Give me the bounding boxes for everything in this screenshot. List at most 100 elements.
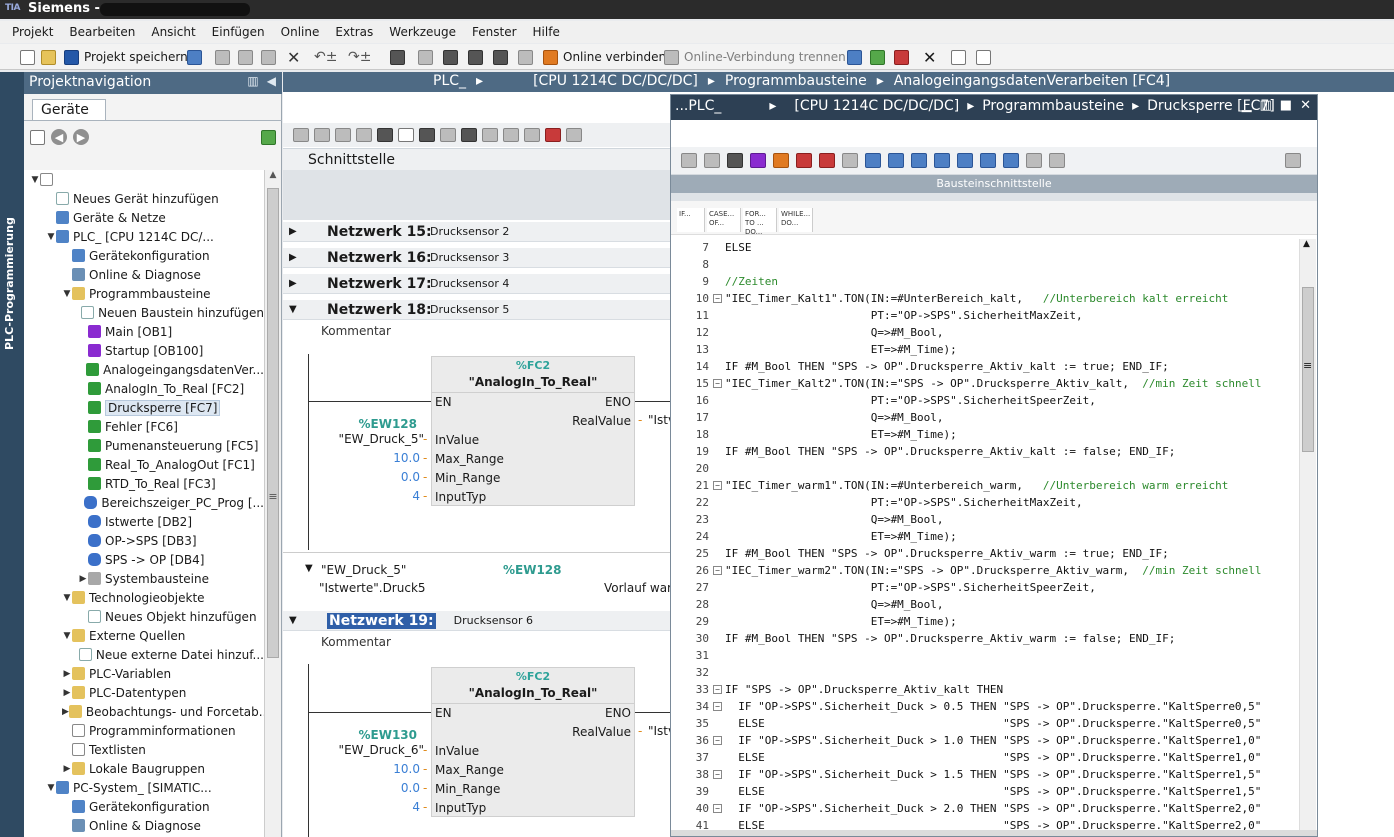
fold-toggle-icon[interactable]: − xyxy=(713,566,722,575)
code-line[interactable]: 15− "IEC_Timer_Kalt2".TON(IN:="SPS -> OP"… xyxy=(673,375,1299,392)
go-online-button[interactable]: Online verbinden xyxy=(543,48,666,66)
code-line[interactable]: 14 IF #M_Bool THEN "SPS -> OP".Drucksperr… xyxy=(673,358,1299,375)
snippet-case[interactable]: CASE... OF... xyxy=(707,208,741,232)
code-line[interactable]: 24 ET=>#M_Time); xyxy=(673,528,1299,545)
tree-item[interactable]: Startup [OB100] xyxy=(24,341,264,360)
code-line[interactable]: 22 PT:="OP->SPS".SicherheitMaxZeit, xyxy=(673,494,1299,511)
expand-arrow-icon[interactable]: ▶ xyxy=(289,226,303,237)
close-icon[interactable]: ✕ xyxy=(1300,98,1311,113)
operand-invalue[interactable]: "EW_Druck_6" xyxy=(339,743,424,757)
collapse-arrow-icon[interactable]: ▼ xyxy=(289,615,303,626)
tree-item[interactable]: Pumenansteuerung [FC5] xyxy=(24,436,264,455)
operand-inputtyp[interactable]: 4 xyxy=(412,489,420,503)
tree-item[interactable]: ▶ Lokale Baugruppen xyxy=(24,759,264,778)
tree-item[interactable]: Neue externe Datei hinzuf... xyxy=(24,645,264,664)
indent-decrease-icon[interactable] xyxy=(865,153,881,168)
restore-icon[interactable]: ▥ xyxy=(1260,98,1272,113)
tree-item[interactable]: OP->SPS [DB3] xyxy=(24,531,264,550)
code-line[interactable]: 13 ET=>#M_Time); xyxy=(673,341,1299,358)
tree-item[interactable]: AnalogIn_To_Real [FC2] xyxy=(24,379,264,398)
operand-min-range[interactable]: 0.0 xyxy=(401,781,420,795)
tree-item[interactable]: Geräte & Netze xyxy=(24,208,264,227)
code-line[interactable]: 27 PT:="OP->SPS".SicherheitSpeerZeit, xyxy=(673,579,1299,596)
menu-einfuegen[interactable]: Einfügen xyxy=(204,25,273,39)
code-line[interactable]: 35 ELSE "SPS -> OP".Drucksperre."KaltSpe… xyxy=(673,715,1299,732)
delete-network-icon[interactable] xyxy=(314,128,330,142)
monitor-icon[interactable] xyxy=(727,153,743,168)
expand-toggle-icon[interactable]: ▼ xyxy=(62,289,72,299)
tree-item[interactable]: AnalogeingangsdatenVer... xyxy=(24,360,264,379)
insert-icon[interactable] xyxy=(681,153,697,168)
delete-button[interactable]: ✕ xyxy=(287,48,300,67)
uncomment-icon[interactable] xyxy=(934,153,950,168)
overview-icon[interactable] xyxy=(1285,153,1301,168)
operand-address[interactable]: %EW130 xyxy=(358,728,417,742)
tree-item[interactable]: Fehler [FC6] xyxy=(24,417,264,436)
glasses-icon[interactable] xyxy=(1049,153,1065,168)
code-line[interactable]: 36− IF "OP->SPS".Sicherheit_Duck > 1.0 T… xyxy=(673,732,1299,749)
network-16-header[interactable]: ▶ Netzwerk 16: Drucksensor 3 xyxy=(283,248,671,268)
network-18-comment[interactable]: Kommentar xyxy=(321,324,391,338)
insert-network-icon[interactable] xyxy=(293,128,309,142)
tree-item[interactable]: SPS -> OP [DB4] xyxy=(24,550,264,569)
menu-hilfe[interactable]: Hilfe xyxy=(525,25,568,39)
code-line[interactable]: 17 Q=>#M_Bool, xyxy=(673,409,1299,426)
block-interface-splitter[interactable] xyxy=(671,193,1317,201)
favorites-icon[interactable] xyxy=(419,128,435,142)
split-horizontal-button[interactable] xyxy=(951,48,966,66)
append-icon[interactable] xyxy=(704,153,720,168)
tree-item[interactable]: ▶ Beobachtungs- und Forcetab... xyxy=(24,702,264,721)
network-19-header[interactable]: ▼ Netzwerk 19: Drucksensor 6 xyxy=(283,611,671,631)
expand-networks-icon[interactable] xyxy=(461,128,477,142)
fold-toggle-icon[interactable]: − xyxy=(713,736,722,745)
bookmark-prev-icon[interactable] xyxy=(980,153,996,168)
bc-cpu[interactable]: [CPU 1214C DC/DC/DC] xyxy=(794,98,959,114)
network-17-header[interactable]: ▶ Netzwerk 17: Drucksensor 4 xyxy=(283,274,671,294)
interface-bar[interactable]: Schnittstelle xyxy=(283,148,671,170)
tree-item[interactable]: ▼ Programmbausteine xyxy=(24,284,264,303)
bookmark-icon[interactable] xyxy=(957,153,973,168)
code-line[interactable]: 12 Q=>#M_Bool, xyxy=(673,324,1299,341)
tree-item[interactable]: ▶ PLC-Variablen xyxy=(24,664,264,683)
collapse-arrow-icon[interactable]: ▼ xyxy=(289,304,303,315)
code-line[interactable]: 37 ELSE "SPS -> OP".Drucksperre."KaltSpe… xyxy=(673,749,1299,766)
collapse-networks-icon[interactable] xyxy=(482,128,498,142)
menu-werkzeuge[interactable]: Werkzeuge xyxy=(381,25,464,39)
new-project-button[interactable] xyxy=(20,48,35,66)
code-line[interactable]: 21− "IEC_Timer_warm1".TON(IN:=#Unterberei… xyxy=(673,477,1299,494)
tree-item[interactable]: ▼ Externe Quellen xyxy=(24,626,264,645)
tree-item[interactable]: Neues Objekt hinzufügen xyxy=(24,607,264,626)
tree-item[interactable]: Gerätekonfiguration xyxy=(24,797,264,816)
block-interface-bar[interactable]: Bausteinschnittstelle xyxy=(671,175,1317,193)
fold-toggle-icon[interactable]: − xyxy=(713,804,722,813)
tree-item[interactable]: ▶ PLC-Datentypen xyxy=(24,683,264,702)
print-button[interactable] xyxy=(187,48,202,66)
operand-max-range[interactable]: 10.0 xyxy=(393,451,420,465)
go-offline-button[interactable]: Online-Verbindung trennen xyxy=(664,48,846,66)
favorites-icon[interactable] xyxy=(750,153,766,168)
expand-arrow-icon[interactable]: ▶ xyxy=(289,278,303,289)
fold-toggle-icon[interactable]: − xyxy=(713,685,722,694)
cross-reference-button[interactable]: ✕ xyxy=(923,48,936,67)
accessible-devices-button[interactable] xyxy=(847,48,862,66)
snippet-for[interactable]: FOR... TO ... DO... xyxy=(743,208,777,236)
bc-block[interactable]: AnalogeingangsdatenVerarbeiten [FC4] xyxy=(894,73,1170,89)
maximize-icon[interactable]: ■ xyxy=(1280,98,1292,113)
stop-cpu-button[interactable] xyxy=(894,48,909,66)
cut-button[interactable] xyxy=(215,48,230,66)
tab-geraete[interactable]: Geräte xyxy=(32,99,106,121)
back-icon[interactable]: ◀ xyxy=(51,129,67,145)
tree-item[interactable]: Istwerte [DB2] xyxy=(24,512,264,531)
floating-window-titlebar[interactable]: ...PLC_ ▸ [CPU 1214C DC/DC/DC] ▸ Program… xyxy=(671,95,1317,120)
network-19-comment[interactable]: Kommentar xyxy=(321,635,391,649)
expand-toggle-icon[interactable]: ▶ xyxy=(62,707,69,717)
code-line[interactable]: 28 Q=>#M_Bool, xyxy=(673,596,1299,613)
scroll-up-icon[interactable]: ▲ xyxy=(1303,239,1310,249)
expand-toggle-icon[interactable]: ▼ xyxy=(62,593,72,603)
expand-toggle-icon[interactable]: ▼ xyxy=(30,175,40,185)
expand-toggle-icon[interactable]: ▶ xyxy=(62,669,72,679)
go-to-prev-icon[interactable] xyxy=(524,128,540,142)
expand-toggle-icon[interactable]: ▼ xyxy=(62,631,72,641)
copy-button[interactable] xyxy=(238,48,253,66)
code-line[interactable]: 18 ET=>#M_Time); xyxy=(673,426,1299,443)
